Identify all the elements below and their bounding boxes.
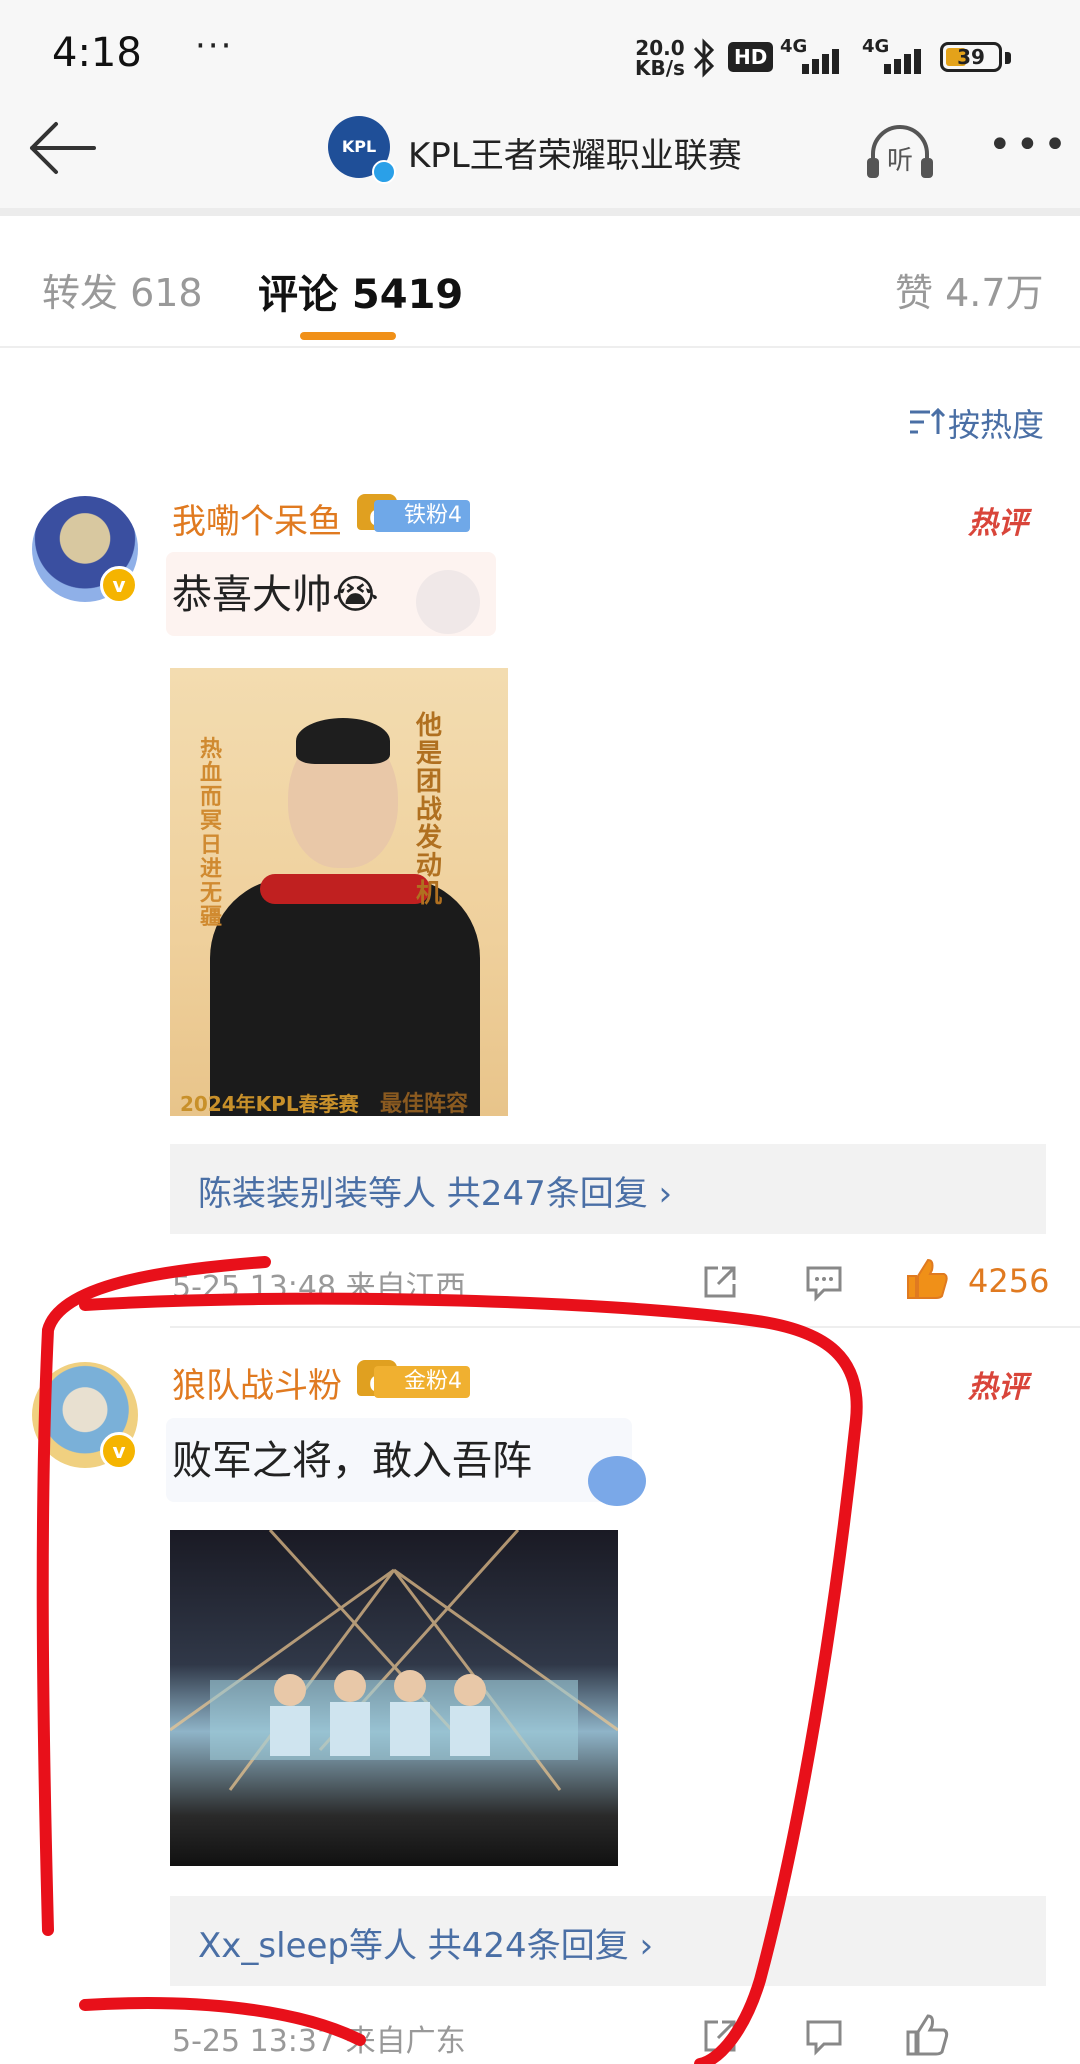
player-jacket xyxy=(210,878,480,1116)
hd-voice-badge: HD xyxy=(728,42,774,72)
comment-username[interactable]: 我嘞个呆鱼 xyxy=(172,494,342,543)
tabs-divider xyxy=(0,346,1080,348)
battery-cap xyxy=(1005,52,1011,64)
battery-icon: 39 xyxy=(940,42,1002,72)
like-icon[interactable] xyxy=(904,2012,950,2058)
hot-comment-badge: 热评 xyxy=(968,506,1028,541)
comment-icon[interactable] xyxy=(804,2016,844,2056)
stage-lights-graphic xyxy=(170,1530,618,1791)
verified-badge-icon: v xyxy=(100,566,138,604)
network-speed-value: 20.0 xyxy=(635,36,685,60)
jacket-collar xyxy=(260,874,430,904)
player-hair xyxy=(296,718,390,764)
image-footer-title: 最佳阵容 xyxy=(380,1092,469,1116)
comment-image[interactable]: 他是团战发动机 热血而冥 日进无疆 2024年KPL春季赛 最佳阵容 xyxy=(170,668,508,1116)
image-caption-left: 热血而冥 日进无疆 xyxy=(200,737,223,930)
sticker-icon xyxy=(416,570,480,634)
fan-badge: 金粉4 xyxy=(374,1366,470,1398)
active-tab-indicator xyxy=(300,332,396,340)
replies-summary[interactable]: Xx_sleep等人 共424条回复 › xyxy=(170,1896,1046,1986)
listen-label: 听 xyxy=(887,146,914,176)
share-icon[interactable] xyxy=(700,2016,740,2056)
share-icon[interactable] xyxy=(700,1262,740,1302)
more-options-button[interactable]: ••• xyxy=(988,122,1071,168)
back-arrow-icon[interactable] xyxy=(26,118,98,178)
image-caption-right: 他是团战发动机 xyxy=(416,711,443,909)
fan-badge: 铁粉4 xyxy=(374,500,470,532)
comment-icon[interactable] xyxy=(804,1262,844,1302)
tab-likes[interactable]: 赞 4.7万 xyxy=(895,262,1044,317)
status-time: 4:18 xyxy=(52,30,142,76)
listen-button[interactable]: 听 xyxy=(865,122,935,182)
hot-comment-badge: 热评 xyxy=(968,1370,1028,1405)
image-footer-year: 2024年KPL春季赛 xyxy=(180,1092,359,1116)
verified-badge-icon xyxy=(372,160,396,184)
comment-divider xyxy=(170,1326,1080,1328)
like-icon[interactable] xyxy=(904,1256,950,1302)
comment-time-location: 5-25 13:48 来自江西 xyxy=(172,1270,466,1305)
comment-text: 恭喜大帅😭 xyxy=(172,572,379,618)
signal-2-icon xyxy=(862,44,928,74)
paw-sticker-icon xyxy=(588,1456,646,1506)
comment-text: 败军之将，敢入吾阵 xyxy=(172,1438,532,1484)
replies-summary-text: 陈装装别装等人 共247条回复 › xyxy=(198,1174,673,1214)
replies-summary[interactable]: 陈装装别装等人 共247条回复 › xyxy=(170,1144,1046,1234)
comment-image[interactable] xyxy=(170,1530,618,1866)
like-count: 4256 xyxy=(968,1262,1050,1300)
sort-label: 按热度 xyxy=(948,406,1045,444)
replies-summary-text: Xx_sleep等人 共424条回复 › xyxy=(198,1926,654,1966)
tab-repost[interactable]: 转发 618 xyxy=(42,262,203,317)
status-more-dots: ··· xyxy=(195,26,234,66)
network-speed: 20.0 KB/s xyxy=(635,38,685,78)
battery-percent: 39 xyxy=(957,45,985,69)
signal-1-icon xyxy=(780,44,846,74)
network-speed-unit: KB/s xyxy=(635,56,685,80)
sort-icon xyxy=(910,407,946,434)
comment-username[interactable]: 狼队战斗粉 xyxy=(172,1358,342,1407)
tab-comments[interactable]: 评论 5419 xyxy=(258,262,463,320)
bluetooth-icon xyxy=(693,38,715,78)
comment-time-location: 5-25 13:37 来自广东 xyxy=(172,2024,466,2059)
page-title: KPL王者荣耀职业联赛 xyxy=(408,136,742,176)
verified-badge-icon: v xyxy=(100,1432,138,1470)
